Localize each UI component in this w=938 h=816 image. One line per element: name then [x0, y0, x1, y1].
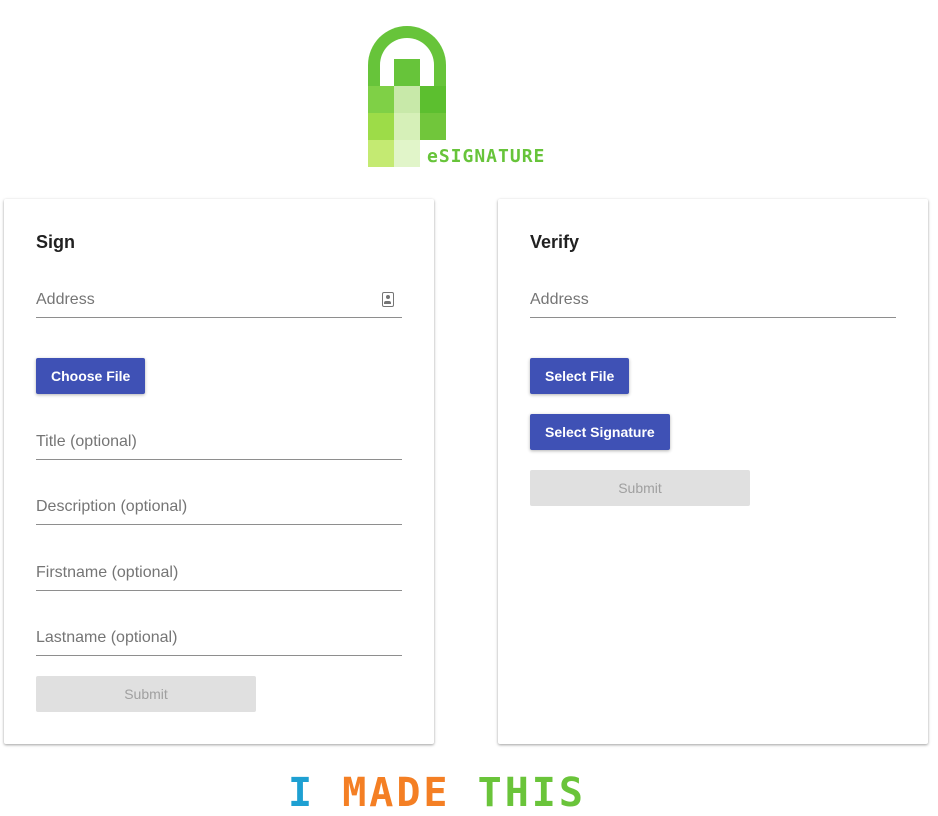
description-field[interactable]: Description (optional): [36, 494, 402, 525]
firstname-placeholder: Firstname (optional): [36, 564, 179, 581]
logo-pixel: [420, 113, 446, 140]
title-field[interactable]: Title (optional): [36, 429, 402, 460]
select-signature-button[interactable]: Select Signature: [530, 414, 670, 450]
logo-pixel: [394, 86, 420, 113]
lastname-placeholder: Lastname (optional): [36, 629, 178, 646]
logo-pixel: [420, 86, 446, 113]
verify-address-placeholder: Address: [530, 291, 589, 308]
logo-pixel: [368, 140, 394, 167]
esignature-logo: eSIGNATURE: [366, 26, 570, 168]
logo-pixel: [394, 59, 420, 86]
lastname-field[interactable]: Lastname (optional): [36, 625, 402, 656]
title-placeholder: Title (optional): [36, 433, 137, 450]
description-placeholder: Description (optional): [36, 498, 188, 515]
logo-pixel: [394, 140, 420, 167]
banner-word-made: MADE: [342, 770, 451, 816]
sign-address-placeholder: Address: [36, 291, 95, 308]
logo-pixel: [394, 113, 420, 140]
banner-word-this: THIS: [477, 770, 586, 816]
logo-pixel: [368, 86, 394, 113]
select-file-button[interactable]: Select File: [530, 358, 630, 394]
sign-submit-button[interactable]: Submit: [36, 676, 256, 712]
banner-word-i: I: [288, 770, 316, 816]
sign-address-field[interactable]: Address: [36, 287, 402, 318]
choose-file-button[interactable]: Choose File: [36, 358, 146, 394]
verify-address-field[interactable]: Address: [530, 287, 896, 318]
verify-title: Verify: [530, 232, 580, 252]
verify-submit-button[interactable]: Submit: [530, 470, 750, 506]
sign-card: Sign Address Choose File Title (optional…: [4, 199, 434, 744]
verify-card: Verify Address Select File Select Signat…: [498, 199, 928, 744]
firstname-field[interactable]: Firstname (optional): [36, 560, 402, 591]
logo-pixel: [368, 113, 394, 140]
sign-title: Sign: [36, 232, 75, 252]
contact-card-icon[interactable]: [382, 292, 394, 307]
logo-wordmark: eSIGNATURE: [427, 146, 546, 167]
i-made-this-banner: I MADE THIS: [288, 770, 586, 816]
